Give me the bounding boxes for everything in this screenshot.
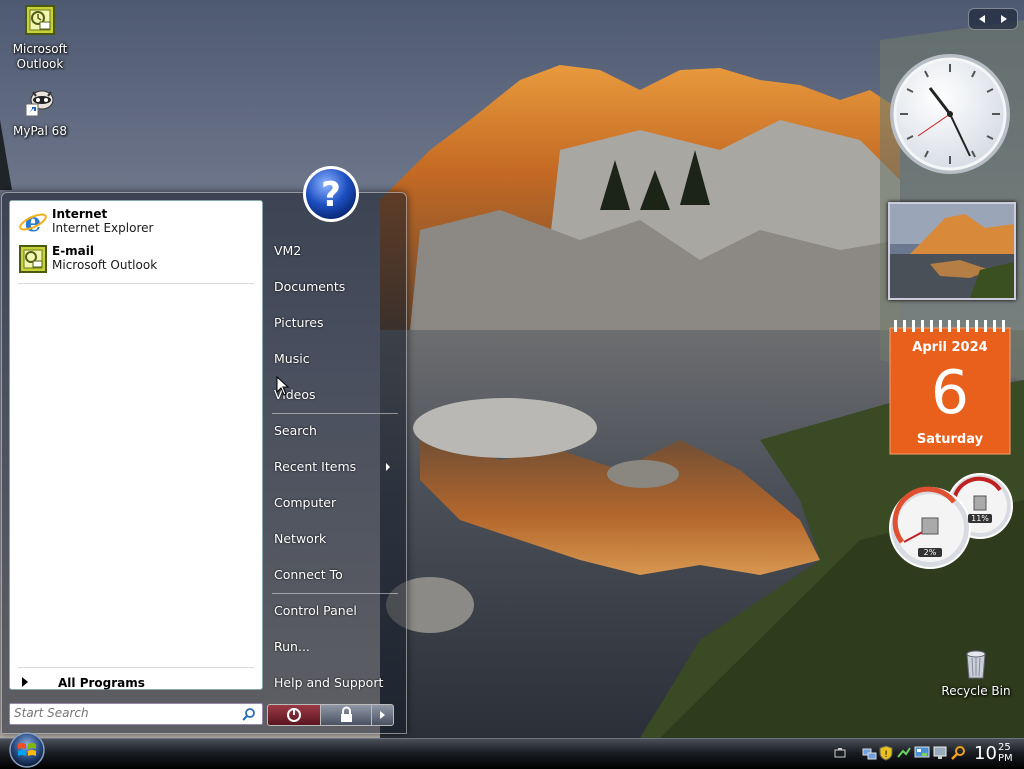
calendar-day: 6 (930, 358, 970, 428)
right-item-documents[interactable]: Documents (274, 279, 345, 294)
arrow-left-icon[interactable] (979, 15, 985, 23)
pinned-item-subtitle: Microsoft Outlook (52, 258, 158, 272)
help-question-icon: ? (303, 166, 359, 222)
right-item-computer[interactable]: Computer (274, 495, 336, 510)
monitor-icon[interactable] (932, 745, 948, 761)
desktop-icon-label: MyPal 68 (13, 124, 67, 138)
power-button[interactable] (267, 704, 321, 726)
arrow-right-icon[interactable] (1001, 15, 1007, 23)
connection-icon[interactable] (896, 745, 912, 761)
all-programs-separator (18, 667, 254, 668)
internet-explorer-icon: e (19, 208, 47, 237)
right-item-recent-items[interactable]: Recent Items (274, 459, 392, 474)
desktop-icon-recycle-bin[interactable]: Recycle Bin (940, 648, 1012, 698)
start-menu-programs-pane: e Internet Internet Explorer E-mail Micr… (9, 200, 263, 690)
submenu-arrow-icon (386, 463, 390, 471)
pinned-item-internet[interactable]: e Internet Internet Explorer (16, 205, 256, 241)
outlook-icon (19, 245, 47, 273)
arrow-right-icon (22, 677, 28, 687)
right-separator (272, 593, 398, 594)
shutdown-options-button[interactable] (371, 704, 394, 726)
svg-text:e: e (25, 208, 42, 237)
cpu-percent: 2% (918, 548, 942, 557)
pinned-item-title: E-mail (52, 244, 95, 258)
lock-icon (341, 706, 352, 722)
clock-hour: 10 (974, 743, 997, 764)
desktop-icon-outlook[interactable]: Microsoft Outlook (0, 4, 80, 72)
system-tray: ! 10 25 PM (828, 742, 1024, 766)
sidebar-navigation (968, 8, 1018, 30)
outlook-icon (25, 5, 55, 35)
search-magnifier-icon[interactable] (950, 745, 966, 761)
recent-items-label: Recent Items (274, 459, 357, 474)
pinned-item-title: Internet (52, 207, 108, 221)
calendar-gadget[interactable]: April 2024 6 Saturday (888, 320, 1012, 456)
right-item-run[interactable]: Run... (274, 639, 310, 654)
recycle-bin-icon (966, 650, 986, 679)
right-item-pictures[interactable]: Pictures (274, 315, 324, 330)
right-item-network[interactable]: Network (274, 531, 326, 546)
show-hidden-icons-icon[interactable] (832, 745, 848, 761)
power-controls (267, 704, 394, 726)
mypal-icon (25, 90, 54, 117)
start-search-input[interactable] (14, 705, 234, 721)
pinned-item-email[interactable]: E-mail Microsoft Outlook (16, 242, 256, 278)
right-item-connect-to[interactable]: Connect To (274, 567, 343, 582)
network-icon[interactable] (862, 745, 878, 761)
svg-text:!: ! (884, 750, 888, 760)
cpu-meter-gadget[interactable]: 2% 11% (888, 472, 1016, 572)
clock-ampm: PM (998, 753, 1013, 764)
calendar-month-year: April 2024 (912, 340, 988, 355)
svg-text:?: ? (321, 175, 341, 215)
memory-percent: 11% (968, 514, 992, 523)
start-menu: e Internet Internet Explorer E-mail Micr… (1, 192, 407, 734)
right-item-search[interactable]: Search (274, 423, 317, 438)
right-separator (272, 413, 398, 414)
taskbar-clock[interactable]: 10 25 PM (974, 742, 1013, 766)
right-item-vm2[interactable]: VM2 (274, 243, 301, 258)
mouse-cursor-icon (276, 376, 290, 396)
clock-minute: 25 (998, 742, 1011, 753)
calendar-weekday: Saturday (916, 432, 984, 447)
start-button[interactable] (5, 728, 49, 768)
pinned-item-subtitle: Internet Explorer (52, 221, 154, 235)
arrow-right-icon (380, 711, 385, 719)
clock-gadget[interactable] (888, 52, 1012, 176)
power-icon (287, 708, 301, 722)
display-icon[interactable] (914, 745, 930, 761)
desktop-icon-mypal[interactable]: MyPal 68 (0, 86, 80, 139)
lock-button[interactable] (320, 704, 372, 726)
right-item-control-panel[interactable]: Control Panel (274, 603, 357, 618)
security-shield-icon[interactable]: ! (878, 745, 894, 761)
desktop-icon-label: Microsoft Outlook (12, 42, 68, 71)
right-item-help-support[interactable]: Help and Support (274, 675, 383, 690)
search-icon[interactable] (242, 707, 256, 721)
start-search-box[interactable] (9, 703, 263, 725)
meter-dials (889, 473, 1013, 569)
right-item-music[interactable]: Music (274, 351, 310, 366)
all-programs-label: All Programs (58, 676, 145, 690)
recycle-bin-label: Recycle Bin (941, 684, 1011, 698)
slideshow-gadget[interactable] (888, 202, 1016, 300)
all-programs-button[interactable]: All Programs (16, 673, 256, 693)
pinned-separator (18, 283, 254, 284)
